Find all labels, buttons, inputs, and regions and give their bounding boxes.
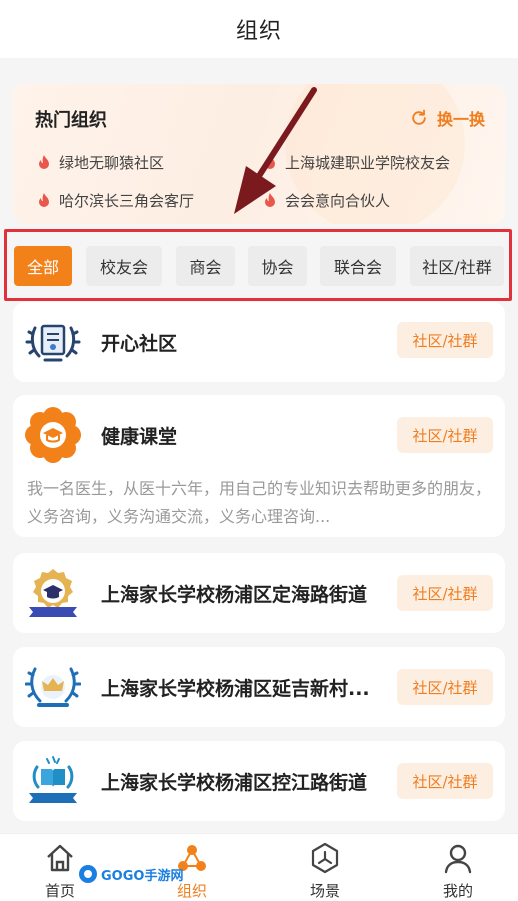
- hot-item-label: 绿地无聊猿社区: [59, 154, 165, 172]
- tab-alumni[interactable]: 校友会: [86, 246, 162, 286]
- refresh-icon: [412, 109, 426, 125]
- refresh-button[interactable]: 换一换: [409, 106, 485, 130]
- hot-item[interactable]: 哈尔滨长三角会客厅: [37, 190, 194, 211]
- hot-item-label: 上海城建职业学院校友会: [285, 154, 451, 172]
- organization-name: 上海家长学校杨浦区延吉新村...: [101, 678, 370, 700]
- laurel-certificate-icon: [25, 324, 81, 362]
- graduation-cap-flower-icon: [25, 407, 81, 463]
- graduation-ribbon-icon: [29, 569, 77, 617]
- organization-card[interactable]: 上海家长学校杨浦区控江路街道 社区/社群: [13, 741, 505, 821]
- tab-community[interactable]: 社区/社群: [410, 246, 504, 286]
- watermark: GOGO手游网: [78, 864, 183, 884]
- tab-association[interactable]: 协会: [248, 246, 307, 286]
- flame-icon: [39, 154, 49, 169]
- organization-card[interactable]: 开心社区 社区/社群: [13, 302, 505, 382]
- book-ribbon-icon: [29, 756, 77, 803]
- scene-icon: [311, 842, 339, 874]
- category-tag: 社区/社群: [397, 417, 493, 453]
- hot-item-label: 哈尔滨长三角会客厅: [59, 192, 195, 210]
- page-title: 组织: [235, 19, 282, 44]
- hot-item[interactable]: 上海城建职业学院校友会: [263, 152, 450, 173]
- flame-icon: [39, 192, 49, 207]
- nav-profile-label: 我的: [442, 882, 473, 900]
- nav-scene[interactable]: 场景: [260, 834, 390, 901]
- hot-item[interactable]: 会会意向合伙人: [263, 190, 390, 211]
- organization-card[interactable]: 健康课堂 社区/社群 我一名医生，从医十六年，用自己的专业知识去帮助更多的朋友，…: [13, 395, 505, 537]
- hot-item-label: 会会意向合伙人: [285, 192, 391, 210]
- nav-scene-label: 场景: [309, 882, 340, 900]
- hot-organizations-panel: 热门组织 换一换 绿地无聊猿社区 上海城建职业学院校友会 哈尔滨长三角会客厅 会…: [13, 84, 505, 224]
- category-tag: 社区/社群: [397, 322, 493, 358]
- watermark-logo-icon: [79, 865, 97, 883]
- tab-chamber[interactable]: 商会: [176, 246, 235, 286]
- category-tag: 社区/社群: [397, 669, 493, 705]
- crown-laurel-icon: [25, 667, 81, 707]
- hot-organizations-title: 热门组织: [35, 110, 107, 131]
- flame-icon: [265, 154, 275, 169]
- organization-name: 上海家长学校杨浦区控江路街道: [101, 772, 368, 794]
- home-icon: [47, 844, 73, 872]
- category-tag: 社区/社群: [397, 763, 493, 799]
- tab-federation[interactable]: 联合会: [320, 246, 396, 286]
- nav-profile[interactable]: 我的: [393, 834, 518, 901]
- top-bar: 组织: [0, 0, 518, 58]
- tab-all[interactable]: 全部: [14, 246, 72, 286]
- organization-name: 开心社区: [101, 333, 178, 355]
- organization-name: 健康课堂: [101, 426, 178, 448]
- organization-card[interactable]: 上海家长学校杨浦区延吉新村... 社区/社群: [13, 647, 505, 727]
- organization-description: 我一名医生，从医十六年，用自己的专业知识去帮助更多的朋友，义务咨询，义务沟通交流…: [27, 479, 492, 526]
- refresh-label: 换一换: [436, 110, 485, 129]
- organization-card[interactable]: 上海家长学校杨浦区定海路街道 社区/社群: [13, 553, 505, 633]
- category-tag: 社区/社群: [397, 575, 493, 611]
- hot-item[interactable]: 绿地无聊猿社区: [37, 152, 164, 173]
- flame-icon: [265, 192, 275, 207]
- organization-name: 上海家长学校杨浦区定海路街道: [101, 584, 368, 606]
- user-icon: [444, 844, 472, 874]
- watermark-text: GOGO手游网: [101, 868, 184, 884]
